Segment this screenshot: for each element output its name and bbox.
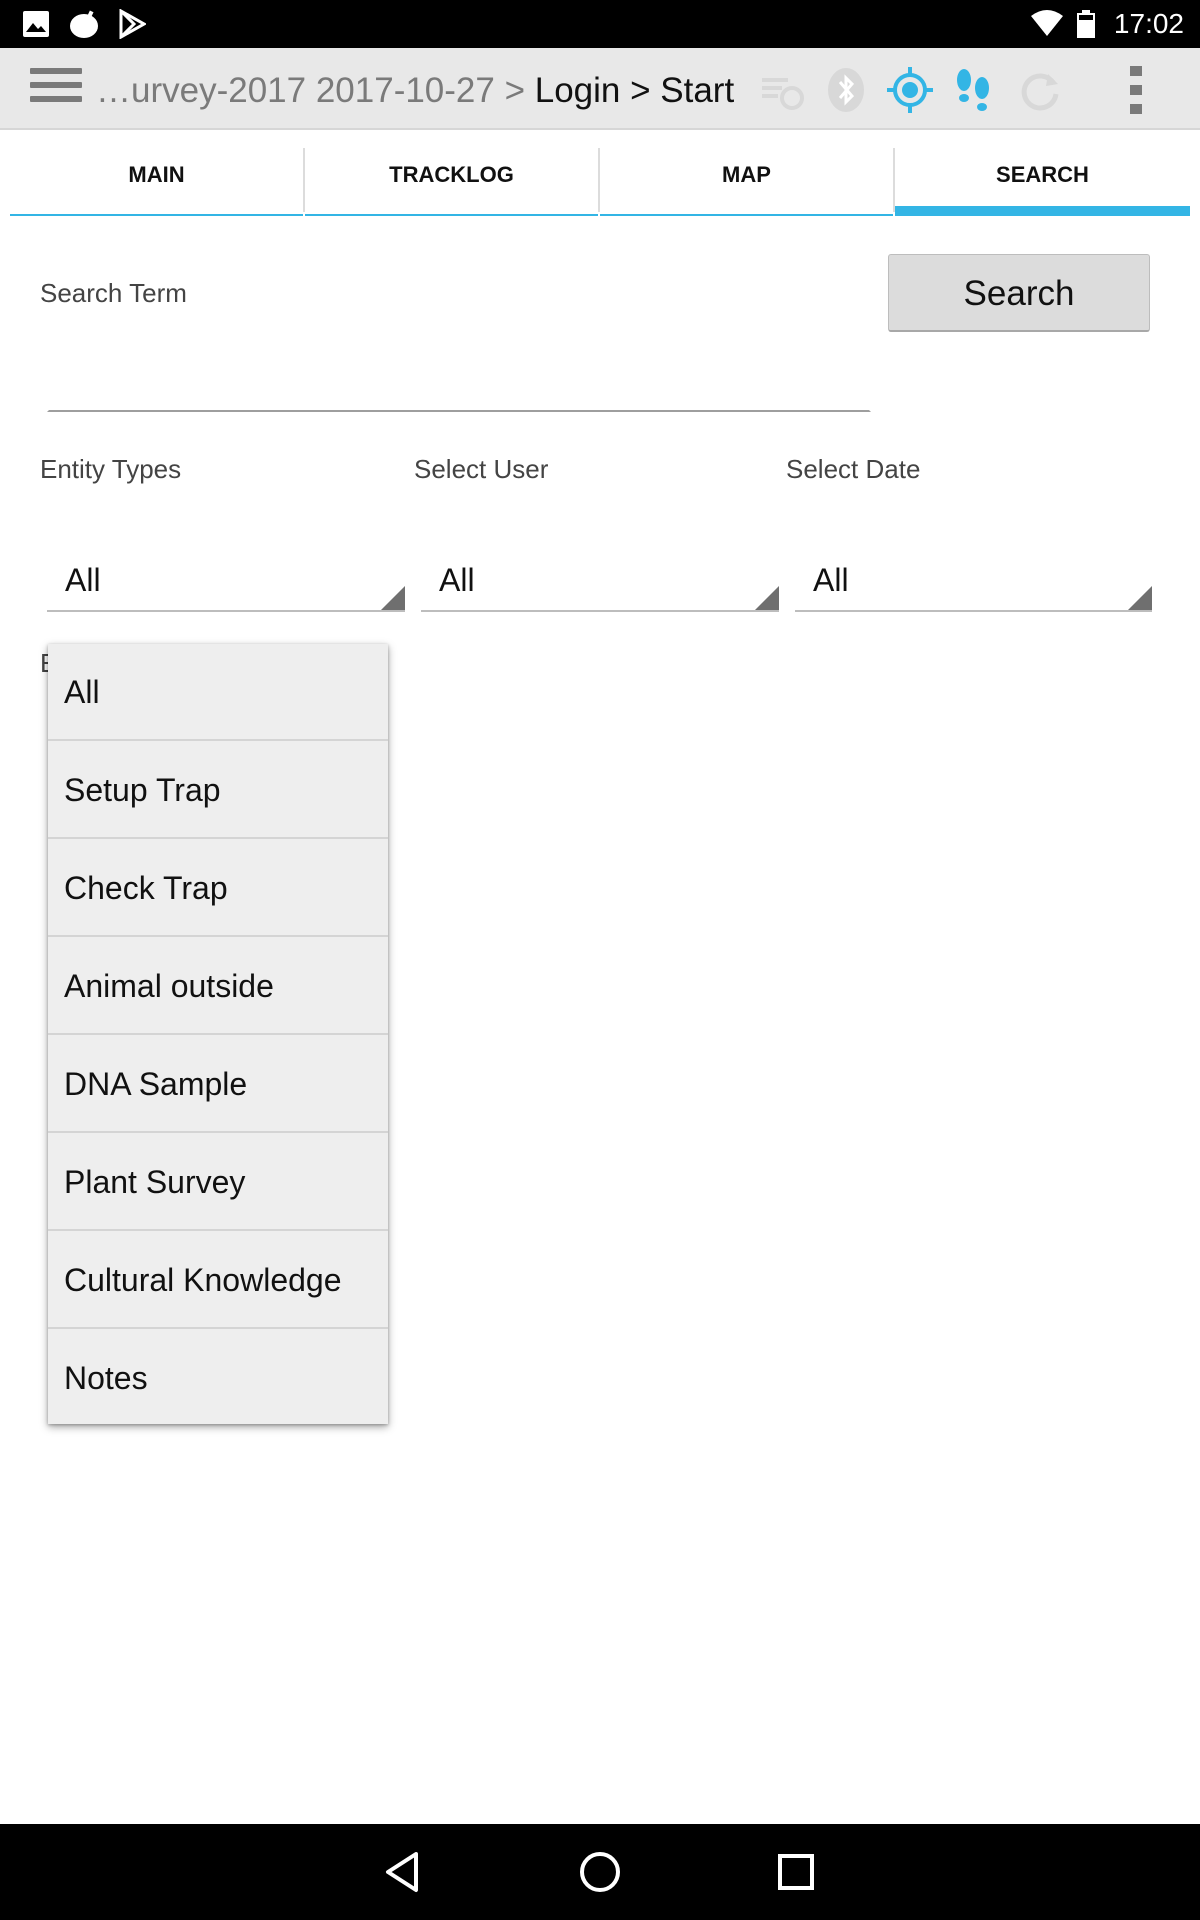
hamburger-menu-icon[interactable] — [30, 68, 82, 108]
select-date-value: All — [813, 562, 849, 598]
recents-icon[interactable] — [772, 1848, 820, 1896]
tab-tracklog-label: TRACKLOG — [389, 162, 514, 187]
overflow-menu-icon[interactable] — [1112, 66, 1160, 114]
tab-main[interactable]: MAIN — [10, 144, 303, 216]
breadcrumb: …urvey-2017 2017-10-27 > Login > Start — [96, 48, 734, 128]
entity-types-label: Entity Types — [40, 454, 182, 484]
home-icon[interactable] — [576, 1848, 624, 1896]
tab-tracklog[interactable]: TRACKLOG — [305, 144, 598, 216]
action-bar: …urvey-2017 2017-10-27 > Login > Start — [0, 48, 1200, 130]
image-icon — [22, 0, 50, 48]
dropdown-item-setup-trap[interactable]: Setup Trap — [48, 742, 388, 839]
dropdown-item-plant-survey[interactable]: Plant Survey — [48, 1134, 388, 1231]
search-button[interactable]: Search — [888, 254, 1150, 332]
dropdown-item-check-trap[interactable]: Check Trap — [48, 840, 388, 937]
search-term-label: Search Term — [40, 278, 187, 308]
tab-map-label: MAP — [722, 162, 771, 187]
bluetooth-icon[interactable] — [822, 66, 870, 114]
select-user-value: All — [439, 562, 475, 598]
clock: 17:02 — [1113, 8, 1184, 39]
entity-types-spinner[interactable]: All — [47, 550, 405, 612]
footsteps-icon[interactable] — [950, 66, 998, 114]
dropdown-item-all[interactable]: All — [48, 644, 388, 741]
search-term-input[interactable] — [47, 360, 871, 412]
entity-types-dropdown: All Setup Trap Check Trap Animal outside… — [48, 644, 388, 1424]
dropdown-item-animal-outside[interactable]: Animal outside — [48, 938, 388, 1035]
sync-list-icon[interactable] — [758, 66, 806, 114]
wifi-icon — [1030, 0, 1064, 48]
dropdown-item-dna-sample[interactable]: DNA Sample — [48, 1036, 388, 1133]
dropdown-item-notes[interactable]: Notes — [48, 1330, 388, 1427]
back-icon[interactable] — [380, 1848, 428, 1896]
tab-search[interactable]: SEARCH — [895, 144, 1190, 216]
select-date-spinner[interactable]: All — [795, 550, 1152, 612]
status-bar: 17:02 — [0, 0, 1200, 48]
spinner-arrow-icon — [755, 586, 779, 610]
spinner-arrow-icon — [1128, 586, 1152, 610]
android-icon — [68, 0, 100, 48]
entity-types-value: All — [65, 562, 101, 598]
gps-icon[interactable] — [886, 66, 934, 114]
tab-map[interactable]: MAP — [600, 144, 893, 216]
select-user-label: Select User — [414, 454, 549, 484]
navigation-bar — [0, 1824, 1200, 1920]
battery-icon — [1076, 0, 1096, 48]
tab-bar: MAIN TRACKLOG MAP SEARCH — [10, 144, 1190, 216]
dropdown-item-cultural-knowledge[interactable]: Cultural Knowledge — [48, 1232, 388, 1329]
spinner-arrow-icon — [381, 586, 405, 610]
tab-search-label: SEARCH — [996, 162, 1089, 187]
tab-main-label: MAIN — [128, 162, 185, 187]
refresh-icon[interactable] — [1016, 66, 1064, 114]
select-date-label: Select Date — [786, 454, 921, 484]
breadcrumb-path[interactable]: …urvey-2017 2017-10-27 > — [96, 71, 535, 110]
select-user-spinner[interactable]: All — [421, 550, 779, 612]
breadcrumb-current: Login > Start — [534, 71, 735, 110]
play-store-icon — [118, 0, 146, 48]
